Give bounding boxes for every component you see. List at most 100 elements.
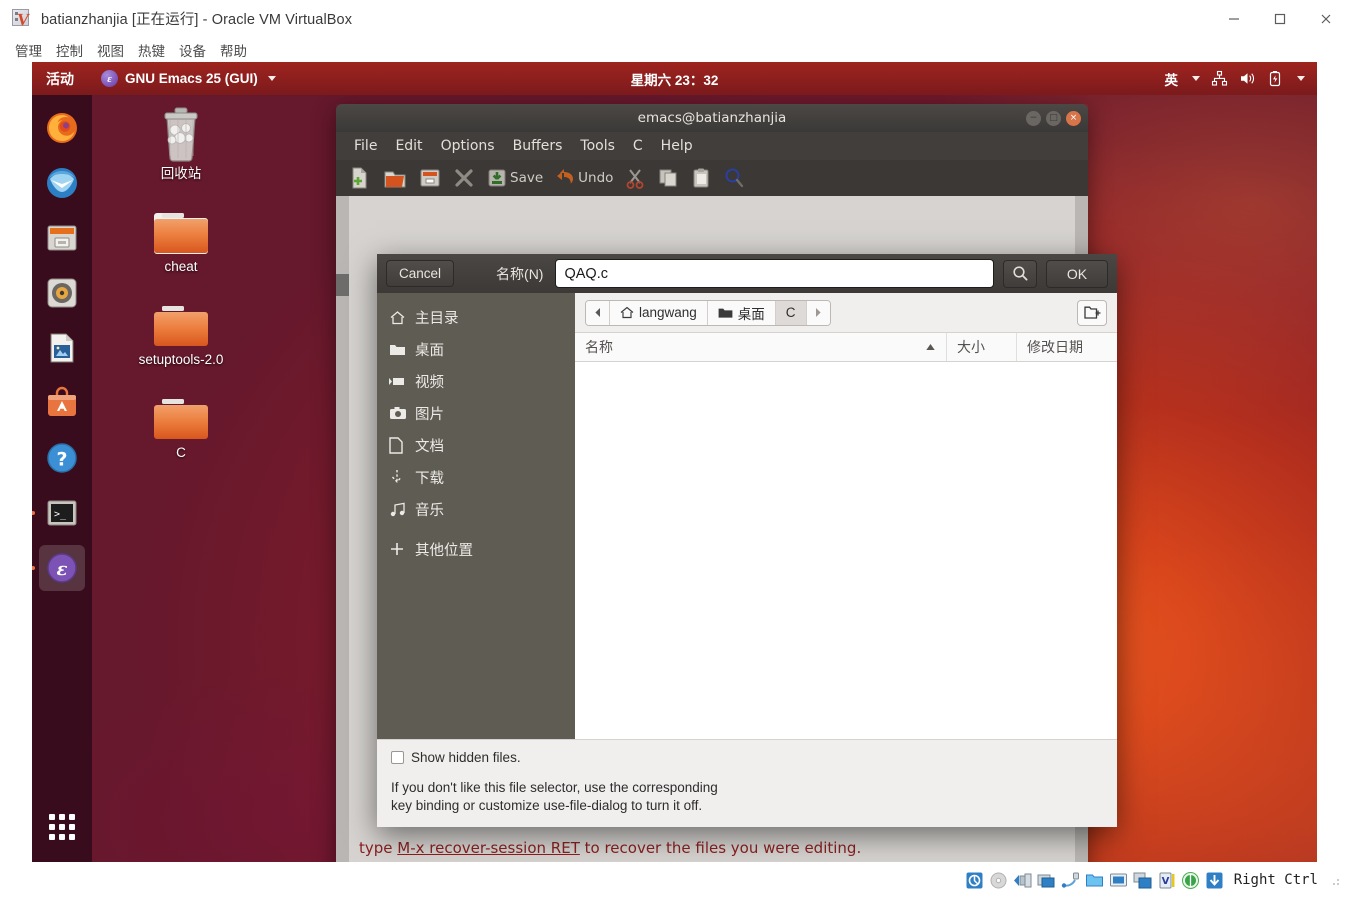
column-header-date[interactable]: 修改日期 [1017,333,1117,361]
sort-ascending-icon [926,344,935,350]
network-icon[interactable] [1211,70,1228,87]
host-menu-devices[interactable]: 设备 [172,38,213,62]
emacs-menu-tools[interactable]: Tools [572,136,623,156]
dock-item-emacs[interactable]: ε [32,545,85,591]
toolbar-open-file-button[interactable] [383,164,407,192]
file-browser: langwang 桌面 C 名称 大小 修改日期 [575,293,1117,739]
file-chooser-body: 主目录 桌面 视频 图片 文档 下载 音乐 其他位置 langwang 桌面 C… [377,293,1117,739]
host-key-icon[interactable] [1204,870,1225,891]
system-menu-chevron-icon[interactable] [1297,76,1305,81]
breadcrumb-current[interactable]: C [775,300,807,325]
dock-item-libreoffice-writer[interactable] [39,325,85,371]
network-icon[interactable] [1012,870,1033,891]
emacs-menu-buffers[interactable]: Buffers [505,136,571,156]
place-other-locations[interactable]: 其他位置 [377,533,575,565]
undo-icon [557,169,574,184]
volume-icon[interactable] [1239,70,1256,87]
emacs-menu-file[interactable]: File [346,136,385,156]
maximize-button[interactable] [1257,0,1303,37]
battery-icon[interactable] [1267,70,1283,87]
emacs-menu-edit[interactable]: Edit [387,136,430,156]
dock-item-terminal[interactable]: >_ [32,490,85,536]
dock-item-rhythmbox[interactable] [39,270,85,316]
breadcrumb-desktop[interactable]: 桌面 [707,300,776,325]
toolbar-search-button[interactable] [723,164,745,192]
new-folder-button[interactable] [1077,299,1107,326]
resize-grip[interactable] [1329,874,1341,886]
keyboard-layout-indicator[interactable]: 英 [1165,69,1179,89]
show-applications-button[interactable] [41,806,83,848]
close-button[interactable] [1303,0,1349,37]
usb-icon[interactable] [1060,870,1081,891]
activities-button[interactable]: 活动 [46,69,74,89]
dock-item-thunderbird[interactable] [39,160,85,206]
place-home[interactable]: 主目录 [377,301,575,333]
minimize-button[interactable] [1211,0,1257,37]
desktop-icon-trash[interactable]: 回收站 [106,100,256,181]
toolbar-cut-button[interactable] [624,164,646,192]
host-menu-view[interactable]: 视图 [90,38,131,62]
place-videos[interactable]: 视频 [377,365,575,397]
breadcrumb-home[interactable]: langwang [610,300,708,325]
place-desktop[interactable]: 桌面 [377,333,575,365]
toolbar-new-file-button[interactable] [348,164,372,192]
place-label: 其他位置 [415,542,473,559]
place-music[interactable]: 音乐 [377,493,575,525]
dock-item-help[interactable]: ? [39,435,85,481]
display-icon[interactable] [1108,870,1129,891]
emacs-menu-c[interactable]: C [625,136,651,156]
column-header-size[interactable]: 大小 [947,333,1017,361]
emacs-menu-help[interactable]: Help [653,136,701,156]
desktop-icon-cheat[interactable]: cheat [106,193,256,274]
column-header-name[interactable]: 名称 [575,333,947,361]
dock-item-firefox[interactable] [39,105,85,151]
search-button[interactable] [1003,259,1037,288]
host-menu-manage[interactable]: 管理 [8,38,49,62]
folder-icon[interactable] [1084,870,1105,891]
cancel-button[interactable]: Cancel [386,260,455,287]
emacs-maximize-button[interactable]: □ [1046,110,1061,126]
ubuntu-software-icon [48,386,76,416]
emacs-menu-options[interactable]: Options [433,136,503,156]
window-capture-icon[interactable] [1132,870,1153,891]
shared-folder-icon[interactable] [1036,870,1057,891]
host-menu-hotkeys[interactable]: 热键 [131,38,172,62]
show-hidden-files-checkbox[interactable]: Show hidden files. [391,750,1103,765]
place-downloads[interactable]: 下载 [377,461,575,493]
host-menu-control[interactable]: 控制 [49,38,90,62]
cut-icon [627,169,644,189]
toolbar-paste-button[interactable] [690,164,712,192]
ok-button[interactable]: OK [1046,259,1108,288]
dock-item-ubuntu-software[interactable] [39,380,85,426]
path-prev-button[interactable] [586,300,610,325]
emacs-scrollbar-left[interactable] [336,196,349,862]
folder-icon [106,379,256,441]
help-icon: ? [47,443,77,473]
desktop-icon-c[interactable]: C [106,379,256,460]
dock-item-files[interactable] [39,215,85,261]
toolbar-undo-button[interactable]: Undo [554,164,613,192]
path-next-button[interactable] [806,300,830,325]
file-list[interactable] [575,362,1117,739]
keyboard-layout-chevron-icon[interactable] [1192,76,1200,81]
toolbar-save-buffer-button[interactable] [418,164,442,192]
place-label: 音乐 [415,502,444,519]
emacs-close-button[interactable]: × [1066,110,1081,126]
recover-session-link[interactable]: M-x recover-session RET [397,839,580,857]
video-capture-icon[interactable]: V [1156,870,1177,891]
toolbar-save-button[interactable]: Save [486,164,543,192]
optical-disk-icon[interactable] [988,870,1009,891]
place-pictures[interactable]: 图片 [377,397,575,429]
app-menu-button[interactable]: ε GNU Emacs 25 (GUI) [101,70,276,87]
virtualbox-app-icon: V [12,8,32,29]
toolbar-copy-button[interactable] [657,164,679,192]
host-menu-help[interactable]: 帮助 [213,38,254,62]
emacs-minimize-button[interactable]: − [1026,110,1041,126]
filename-input[interactable]: QAQ.c [555,259,994,288]
place-documents[interactable]: 文档 [377,429,575,461]
desktop-icon-setuptools[interactable]: setuptools-2.0 [106,286,256,367]
harddisk-icon[interactable] [964,870,985,891]
mouse-integration-icon[interactable] [1180,870,1201,891]
toolbar-close-button[interactable] [453,164,475,192]
emacs-titlebar[interactable]: emacs@batianzhanjia − □ × [336,104,1088,132]
